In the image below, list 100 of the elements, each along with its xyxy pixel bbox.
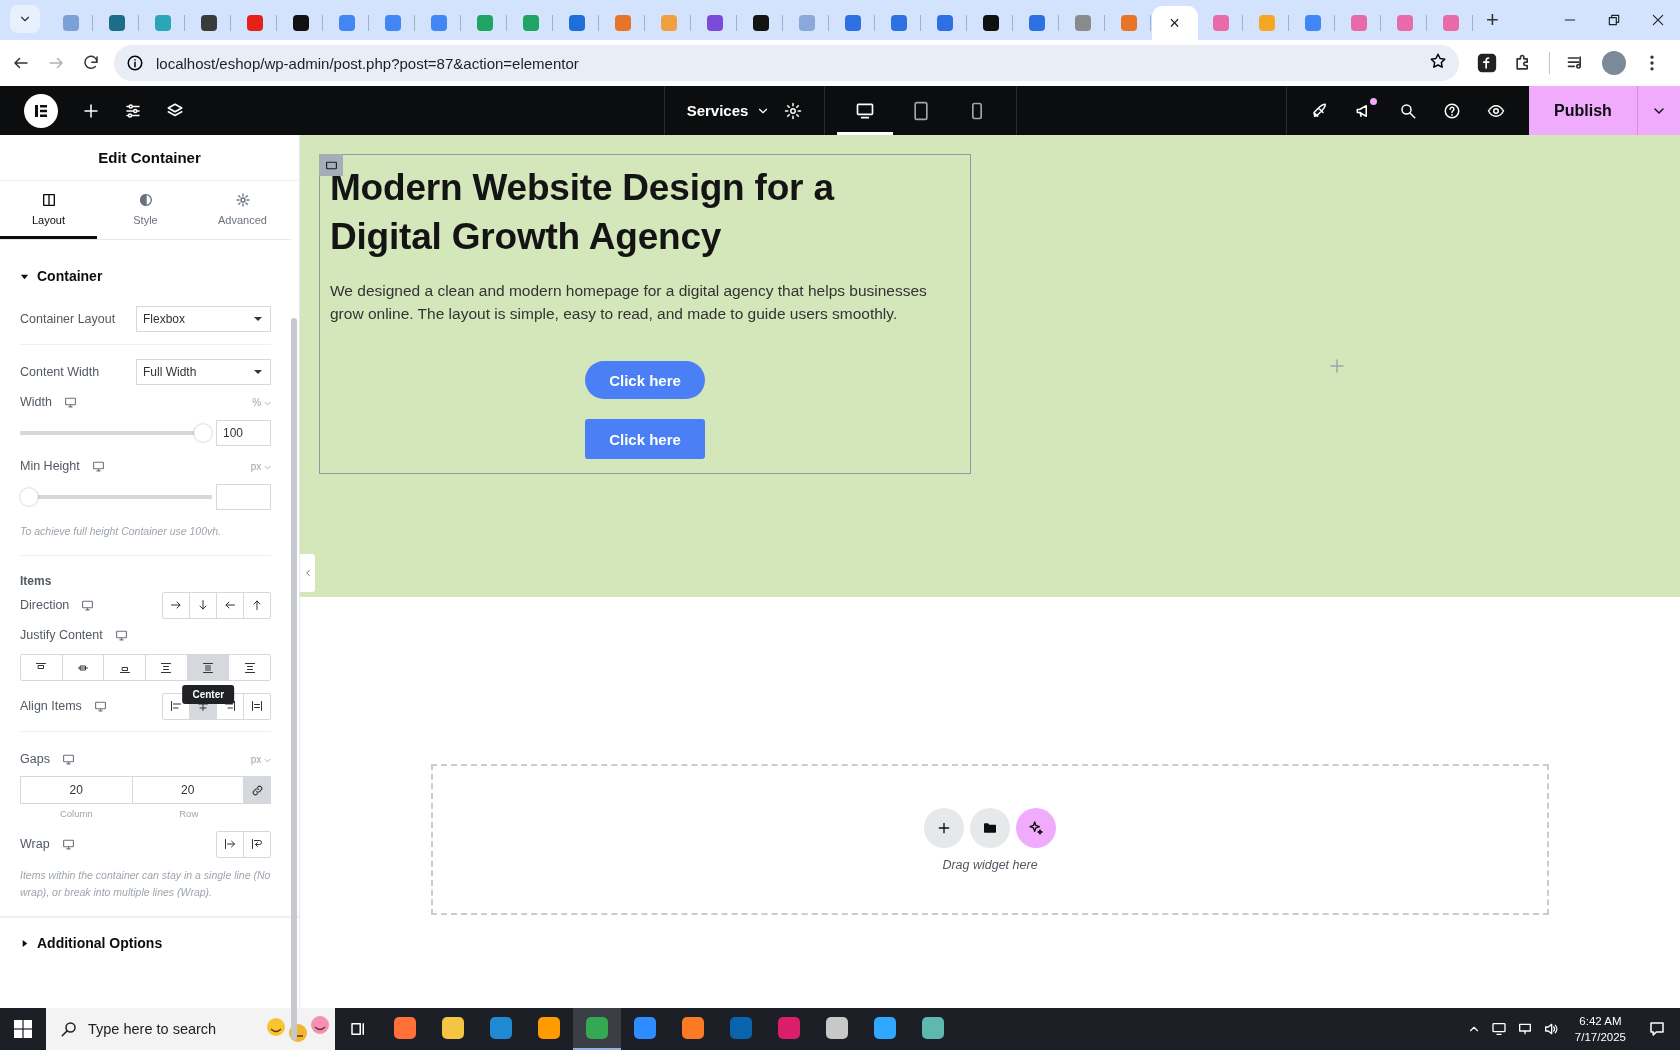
- align-stretch-icon: [251, 700, 263, 713]
- restore-icon[interactable]: [1607, 13, 1621, 27]
- site-info-icon[interactable]: [126, 54, 144, 72]
- responsive-monitor-icon[interactable]: [63, 395, 77, 409]
- wrap-icon: [251, 838, 263, 851]
- reload-icon[interactable]: [82, 54, 100, 72]
- clock-time: 6:42 AM: [1579, 1014, 1622, 1029]
- add-element-icon[interactable]: [82, 101, 100, 120]
- logo-mark-icon: [33, 102, 49, 119]
- control-label: Align Items: [20, 699, 82, 714]
- input-caption: Row: [178, 808, 200, 820]
- caret-down-icon: [254, 370, 262, 374]
- layout-icon: [40, 191, 57, 208]
- responsive-monitor-icon[interactable]: [91, 459, 105, 473]
- select-field[interactable]: Full Width: [136, 359, 271, 385]
- responsive-monitor-icon[interactable]: [61, 752, 75, 766]
- task-view-icon: [349, 1020, 367, 1038]
- drop-hint: Drag widget here: [942, 857, 1038, 872]
- panel-tab[interactable]: Layout: [0, 181, 97, 239]
- tooltip: Center: [182, 685, 235, 705]
- link-icon: [250, 783, 264, 797]
- number-input[interactable]: 100: [216, 420, 271, 446]
- clock-date: 7/17/2025: [1574, 1030, 1626, 1045]
- notifications-icon[interactable]: [1648, 1020, 1666, 1038]
- site-settings-icon[interactable]: [124, 101, 142, 120]
- page-menu[interactable]: Services: [686, 102, 771, 119]
- address-bar[interactable]: localhost/eshop/wp-admin/post.php?post=87&action=elementor: [114, 45, 1459, 81]
- container-outline[interactable]: [319, 154, 971, 474]
- responsive-monitor-icon[interactable]: [114, 628, 128, 642]
- control-label: Content Width: [20, 365, 100, 379]
- caret-down-icon: [264, 464, 271, 470]
- help-text: Items within the container can stay in a single line (No wrap), or break into multiple lines (Wrap).: [20, 868, 271, 900]
- volume-icon[interactable]: [1542, 1021, 1559, 1037]
- help-text: To achieve full height Container use 100vh.: [20, 524, 222, 539]
- control-label: Min Height: [20, 459, 80, 473]
- panel-tab[interactable]: Advanced: [194, 181, 291, 239]
- rocket-icon[interactable]: [1311, 101, 1329, 120]
- control-label: Width: [20, 395, 52, 409]
- search-icon[interactable]: [1399, 101, 1417, 120]
- taskbar-app[interactable]: [573, 1008, 621, 1050]
- responsive-monitor-icon[interactable]: [61, 837, 75, 851]
- section-header[interactable]: Container: [20, 268, 271, 284]
- select-field[interactable]: Flexbox: [136, 306, 271, 332]
- sparkle-icon: [1028, 819, 1044, 836]
- control-label: Container Layout: [20, 312, 116, 326]
- browser-tab[interactable]: ×: [1152, 6, 1198, 40]
- arrow-down-icon: [197, 599, 209, 612]
- page-settings-icon[interactable]: [784, 101, 803, 120]
- number-input[interactable]: [216, 484, 271, 510]
- style-icon: [137, 191, 154, 208]
- number-input[interactable]: 20: [21, 777, 133, 804]
- group-heading: Items: [20, 574, 53, 589]
- justify-around-icon: [202, 661, 214, 674]
- url-text: localhost/eshop/wp-admin/post.php?post=87&action=elementor: [156, 54, 579, 72]
- close-icon[interactable]: [1651, 13, 1665, 27]
- taskbar-clock[interactable]: 6:42 AM 7/17/2025: [1574, 1013, 1626, 1045]
- caret-down-icon: [254, 317, 262, 321]
- page-paragraph: We designed a clean and modern homepage for a digital agency that helps businesses grow online. The layout is simple, easy to read, and made to guide users smoothly.: [330, 281, 928, 324]
- network-icon[interactable]: [1490, 1021, 1507, 1037]
- control-label: Direction: [20, 598, 70, 613]
- windows-logo-icon: [14, 1020, 32, 1038]
- justify-between-icon: [160, 661, 173, 674]
- emoji-faces-icon: [265, 1014, 329, 1044]
- panel-title: Edit Container: [0, 135, 299, 181]
- help-icon[interactable]: [1443, 101, 1461, 120]
- display-icon[interactable]: [1516, 1021, 1533, 1037]
- search-input[interactable]: Type here to search: [88, 1021, 238, 1037]
- template-library-button[interactable]: [970, 807, 1010, 848]
- align-start-icon: [170, 700, 182, 713]
- elementor-logo[interactable]: [24, 93, 58, 128]
- publish-button[interactable]: Publish: [1529, 86, 1637, 135]
- control-label: Justify Content: [20, 628, 103, 643]
- link-values-button[interactable]: [244, 777, 270, 804]
- advanced-icon: [234, 191, 251, 208]
- input-caption: Column: [58, 808, 94, 820]
- cta-button[interactable]: Click here: [585, 419, 705, 459]
- search-icon: [60, 1020, 78, 1038]
- bookmark-star-icon[interactable]: [1429, 52, 1447, 70]
- responsive-monitor-icon[interactable]: [81, 598, 95, 612]
- slider-thumb[interactable]: [20, 488, 38, 506]
- arrow-up-icon: [251, 599, 263, 612]
- scrollbar[interactable]: [291, 318, 297, 1040]
- ai-button[interactable]: [1016, 807, 1056, 848]
- profile-avatar[interactable]: [1602, 51, 1626, 75]
- cta-button[interactable]: Click here: [585, 361, 705, 399]
- caret-down-icon: [264, 757, 271, 763]
- control-label: Wrap: [20, 837, 50, 852]
- new-tab-button[interactable]: +: [1486, 9, 1499, 31]
- slider-thumb[interactable]: [194, 424, 212, 442]
- extension-icon[interactable]: [1477, 53, 1497, 73]
- taskbar-search-bar[interactable]: Type here to search: [46, 1008, 335, 1050]
- add-section-button[interactable]: [924, 807, 964, 848]
- panel-tab[interactable]: Style: [97, 181, 194, 239]
- justify-evenly-icon: [243, 661, 256, 674]
- caret-down-icon: [264, 400, 271, 406]
- align-end-icon: [224, 700, 236, 713]
- control-label: Gaps: [20, 752, 50, 767]
- close-tab-icon[interactable]: ×: [1169, 14, 1180, 32]
- no-wrap-icon: [224, 838, 236, 851]
- responsive-monitor-icon[interactable]: [93, 699, 107, 713]
